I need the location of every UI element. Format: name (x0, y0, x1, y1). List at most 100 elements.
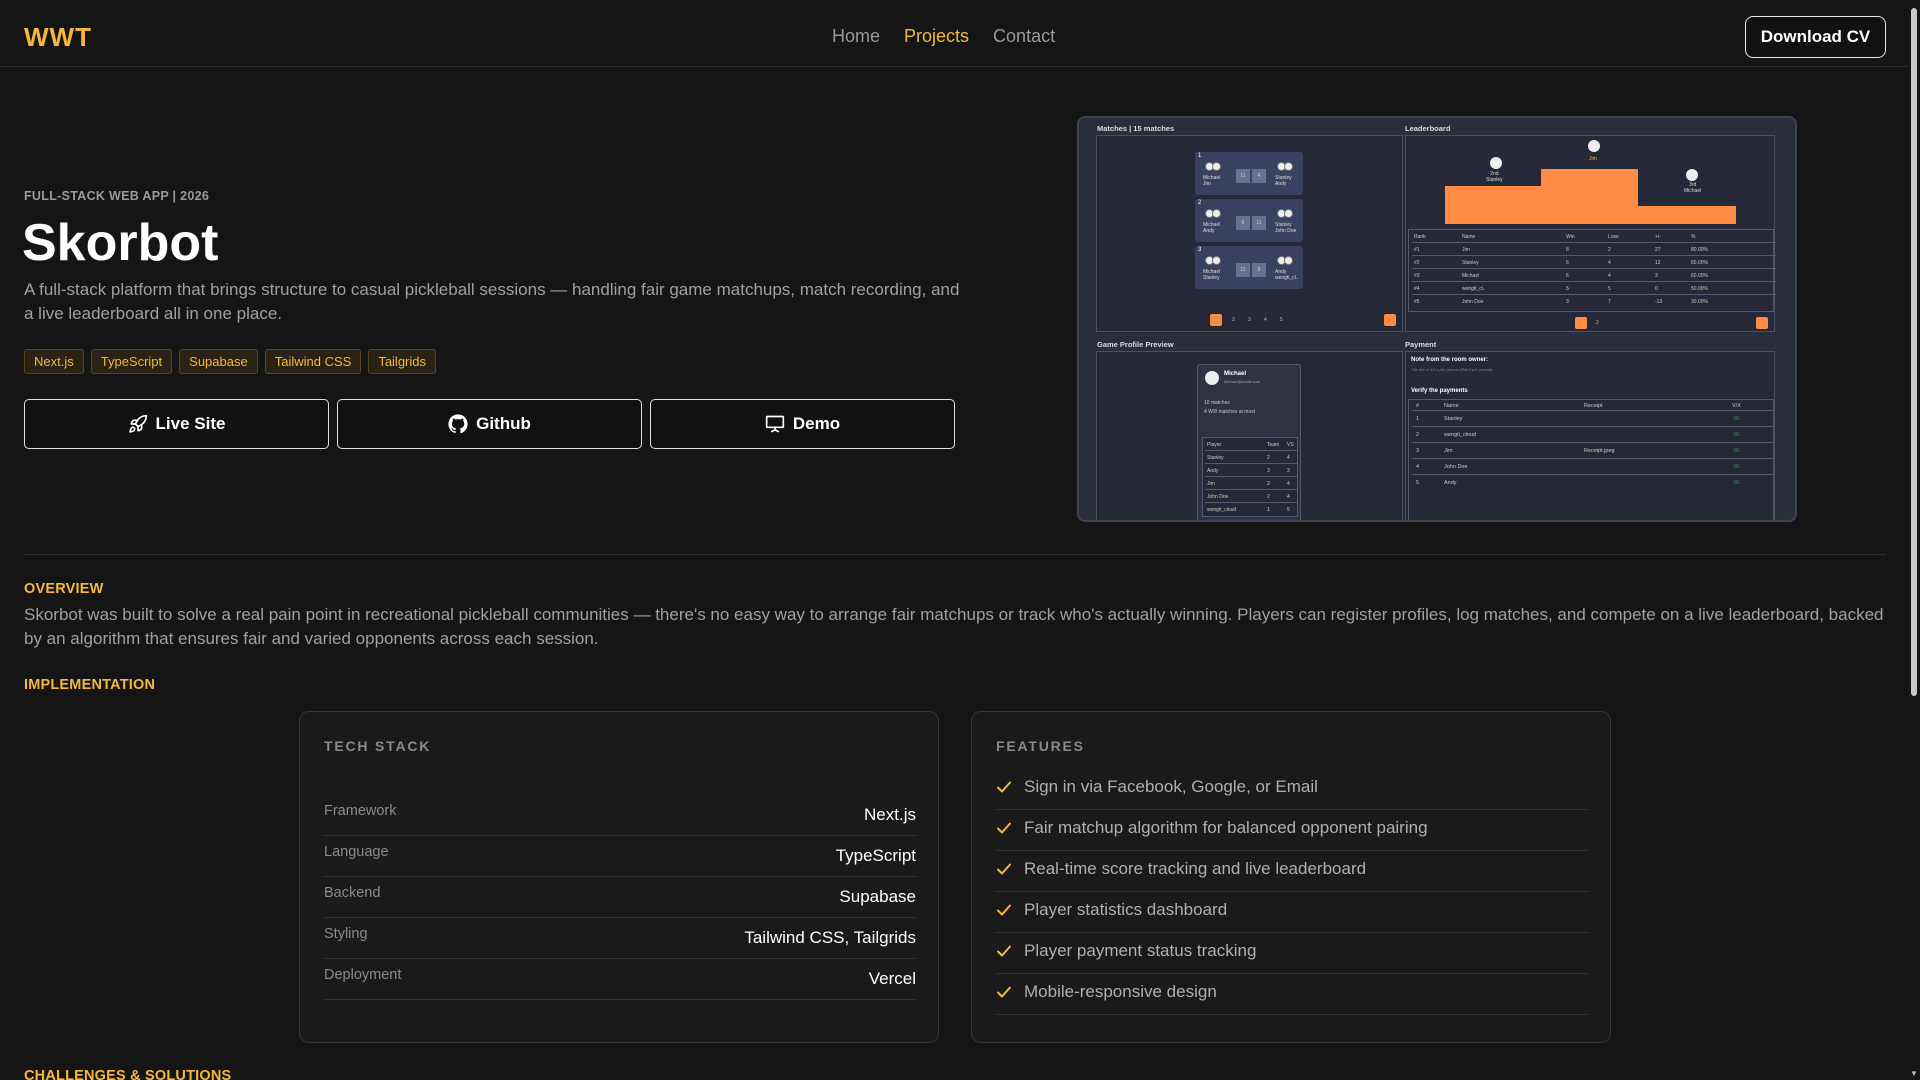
live-site-label: Live Site (155, 414, 226, 433)
features-card: FEATURES Sign in via Facebook, Google, o… (971, 711, 1611, 1043)
features-title: FEATURES (996, 738, 1085, 754)
feature-text: Player statistics dashboard (1024, 900, 1228, 919)
check-icon (997, 863, 1011, 875)
tech-key: Language (324, 844, 389, 860)
feature-item: Real-time score tracking and live leader… (996, 851, 1588, 892)
podium-third (1638, 206, 1736, 224)
scroll-down-arrow-icon[interactable]: ▼ (1910, 1069, 1918, 1078)
matches-panel: 1 11 4 Michael Jim Stanley Andy 2 6 11 M… (1096, 135, 1403, 332)
page-button (1575, 317, 1587, 329)
payment-row: 5 Andy ☑ (1416, 480, 1739, 486)
payment-panel: Note from the room owner: The fee of 15 … (1405, 351, 1775, 520)
leaderboard-header-row: Rank Name Win Lose +/- % (1412, 230, 1776, 243)
nav-projects[interactable]: Projects (904, 26, 969, 47)
podium-second (1445, 186, 1541, 224)
match-card: 3 11 9 Michael Stanley Andy wengti_cl.. (1195, 246, 1303, 289)
tech-row-deployment: Deployment Vercel (324, 959, 916, 1000)
project-description: A full-stack platform that brings struct… (24, 280, 960, 323)
feature-text: Fair matchup algorithm for balanced oppo… (1024, 818, 1428, 837)
github-button[interactable]: Github (337, 399, 642, 449)
feature-item: Sign in via Facebook, Google, or Email (996, 769, 1588, 810)
tech-tags: Next.js TypeScript Supabase Tailwind CSS… (24, 349, 436, 374)
project-title: Skorbot (22, 214, 219, 272)
match-card: 1 11 4 Michael Jim Stanley Andy (1195, 152, 1303, 195)
leaderboard-table: Rank Name Win Lose +/- % #1 Jim 8 2 27 80.00%… (1408, 229, 1776, 312)
live-site-button[interactable]: Live Site (24, 399, 329, 449)
nav-contact[interactable]: Contact (993, 26, 1055, 47)
site-logo[interactable]: WWT (24, 22, 92, 53)
check-icon (997, 945, 1011, 957)
github-icon (448, 414, 468, 434)
tag-typescript: TypeScript (90, 349, 173, 374)
section-divider (24, 554, 1886, 555)
podium-first (1541, 169, 1638, 224)
tech-value: Vercel (868, 969, 916, 988)
demo-label: Demo (792, 414, 841, 433)
download-cv-button[interactable]: Download CV (1745, 16, 1886, 58)
github-label: Github (476, 414, 531, 433)
payment-panel-title: Payment (1405, 340, 1437, 349)
tag-supabase: Supabase (179, 349, 258, 374)
overview-heading: OVERVIEW (24, 581, 104, 597)
tech-value: Tailwind CSS, Tailgrids (744, 928, 916, 947)
tech-value: Next.js (864, 805, 916, 824)
tech-row-framework: Framework Next.js (324, 795, 916, 836)
feature-text: Player payment status tracking (1024, 941, 1257, 960)
challenges-heading: CHALLENGES & SOLUTIONS (24, 1068, 232, 1080)
next-page-button (1756, 317, 1768, 329)
payment-row: 3 Jim Receipt.jpeg ☑ (1412, 443, 1774, 459)
tech-value: Supabase (839, 887, 916, 906)
profile-panel-title: Game Profile Preview (1097, 340, 1174, 349)
payment-header-row: # Name Receipt V/X (1412, 400, 1774, 411)
tag-nextjs: Next.js (24, 349, 84, 374)
feature-item: Fair matchup algorithm for balanced oppo… (996, 810, 1588, 851)
tag-tailwind: Tailwind CSS (264, 349, 362, 374)
tech-key: Deployment (324, 967, 402, 983)
implementation-heading: IMPLEMENTATION (24, 677, 156, 693)
payment-row: 4 John Doe ☑ (1412, 459, 1774, 475)
tech-key: Backend (324, 885, 381, 901)
leaderboard-panel: Jim 2nd Stanley 3rd Michael Rank Name Wi… (1405, 135, 1776, 332)
next-page-button (1384, 314, 1396, 326)
rocket-icon (128, 414, 147, 433)
project-preview-screenshot: Matches | 15 matches 1 11 4 Michael Jim … (1077, 116, 1797, 522)
tech-key: Styling (324, 926, 368, 942)
check-icon (997, 986, 1011, 998)
overview-text: Skorbot was built to solve a real pain p… (24, 605, 1884, 648)
matches-panel-title: Matches | 15 matches (1097, 124, 1175, 133)
tech-stack-card: TECH STACK Framework Next.js Language Ty… (299, 711, 939, 1043)
tech-row-language: Language TypeScript (324, 836, 916, 877)
leaderboard-row: #5 John Doe 3 7 -13 30.00% (1414, 299, 1708, 305)
tag-tailgrids: Tailgrids (368, 349, 436, 374)
tech-value: TypeScript (835, 846, 916, 865)
nav-home[interactable]: Home (832, 26, 880, 47)
leaderboard-row: #2 Stanley 6 4 12 60.00% (1412, 256, 1776, 269)
presentation-icon (765, 415, 785, 433)
top-navbar: WWT Home Projects Contact Download CV (0, 0, 1908, 67)
scrollbar-thumb[interactable] (1911, 8, 1917, 696)
project-actions: Live Site Github Demo (24, 399, 955, 449)
payment-row: 2 wengti_cloud ☑ (1412, 427, 1774, 443)
check-icon (997, 904, 1011, 916)
payment-table: # Name Receipt V/X 1 Stanley ☑ 2 wengti_cloud ☑… (1408, 399, 1774, 520)
feature-text: Real-time score tracking and live leader… (1024, 859, 1367, 878)
feature-item: Mobile-responsive design (996, 974, 1588, 1015)
feature-text: Sign in via Facebook, Google, or Email (1024, 777, 1318, 796)
check-icon (997, 781, 1011, 793)
feature-text: Mobile-responsive design (1024, 982, 1217, 1001)
leaderboard-panel-title: Leaderboard (1405, 124, 1451, 133)
tech-row-backend: Backend Supabase (324, 877, 916, 918)
match-card: 2 6 11 Michael Andy Stanley John Doe (1195, 199, 1303, 242)
leaderboard-row: #4 wengti_cl.. 5 5 0 50.00% (1412, 282, 1776, 295)
feature-item: Player statistics dashboard (996, 892, 1588, 933)
leaderboard-row: #3 Michael 6 4 3 60.00% (1412, 269, 1776, 282)
demo-button[interactable]: Demo (650, 399, 955, 449)
profile-panel: Michael michael@email.com 10 matches 4 W… (1096, 351, 1403, 520)
tech-stack-title: TECH STACK (324, 738, 432, 754)
project-eyebrow: FULL-STACK WEB APP | 2026 (24, 189, 210, 203)
main-nav: Home Projects Contact (832, 26, 1055, 47)
feature-item: Player payment status tracking (996, 933, 1588, 974)
payment-row: 1 Stanley ☑ (1412, 411, 1774, 427)
check-icon (997, 822, 1011, 834)
page-button (1210, 314, 1222, 326)
